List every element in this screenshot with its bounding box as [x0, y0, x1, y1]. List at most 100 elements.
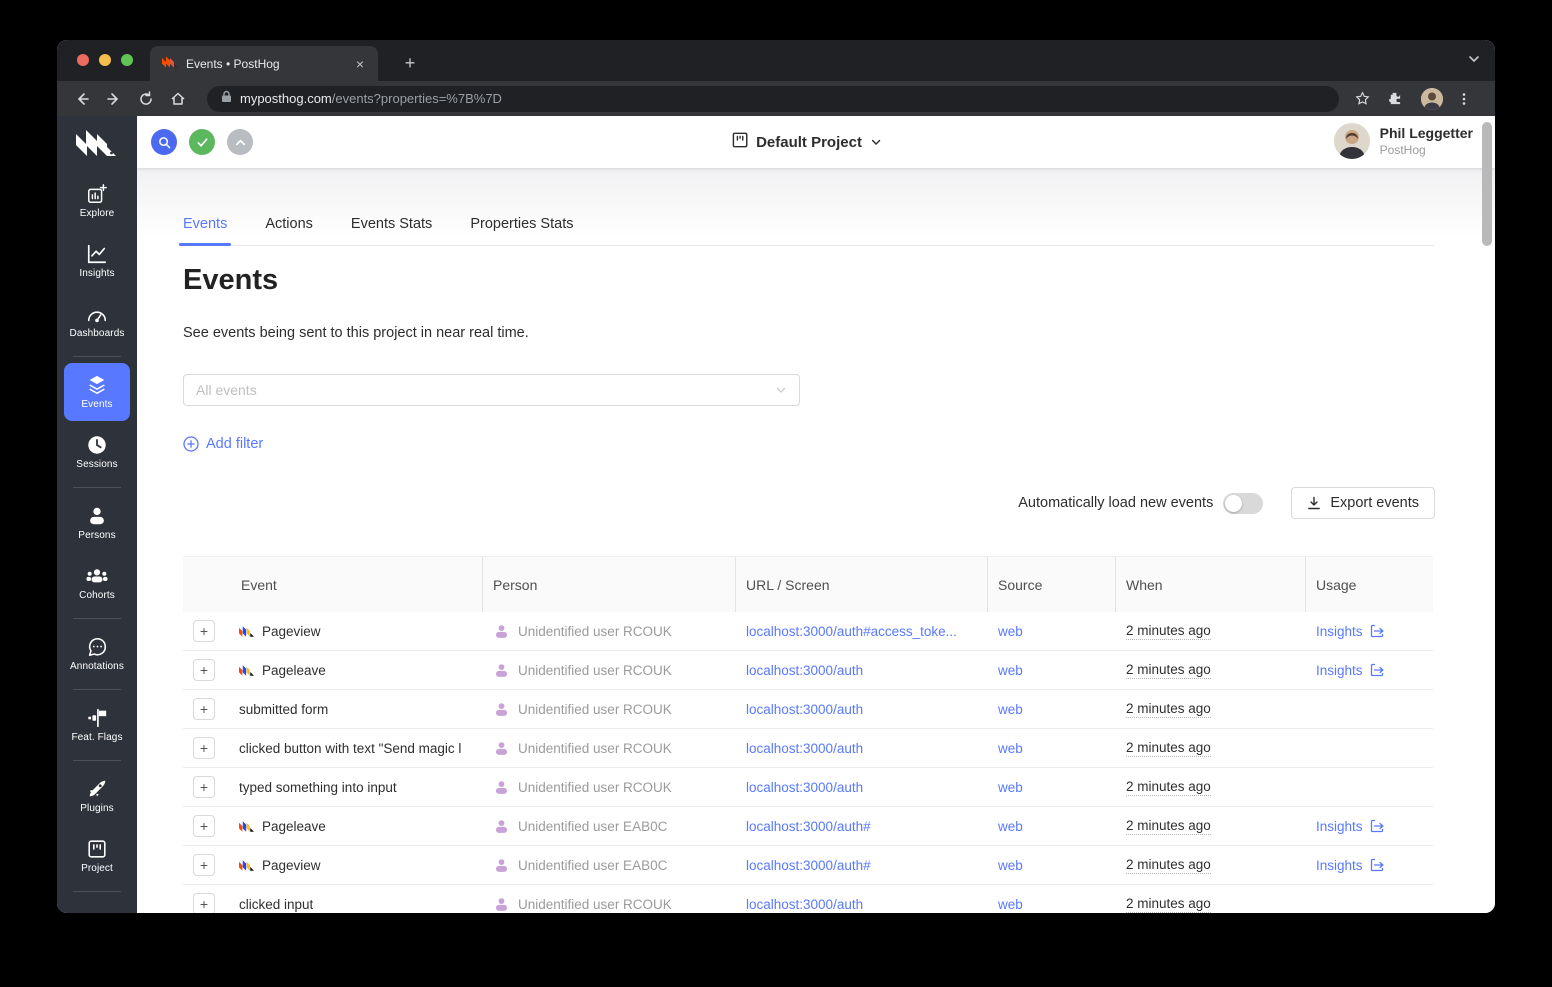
expand-row-button[interactable]: +: [193, 854, 215, 876]
bookmark-star-icon[interactable]: [1349, 86, 1375, 112]
person-name: Unidentified user RCOUK: [518, 623, 672, 639]
when-text: 2 minutes ago: [1126, 739, 1211, 757]
source-link[interactable]: web: [998, 741, 1023, 756]
sidebar-item-insights[interactable]: Insights: [64, 232, 130, 290]
url-link[interactable]: localhost:3000/auth#access_toke...: [746, 624, 957, 639]
browser-tab[interactable]: Events • PostHog ×: [150, 46, 378, 81]
back-icon[interactable]: [69, 86, 95, 112]
tab-events-stats[interactable]: Events Stats: [351, 210, 432, 245]
insights-link[interactable]: Insights: [1316, 624, 1384, 639]
source-link[interactable]: web: [998, 897, 1023, 912]
posthog-event-icon: [239, 625, 254, 637]
sidebar-item-label: Sessions: [76, 459, 118, 470]
url-link[interactable]: localhost:3000/auth: [746, 702, 863, 717]
sidebar-item-sessions[interactable]: Sessions: [64, 423, 130, 481]
open-in-insights-icon: [1370, 819, 1384, 833]
url-link[interactable]: localhost:3000/auth: [746, 741, 863, 756]
insights-link[interactable]: Insights: [1316, 858, 1384, 873]
source-link[interactable]: web: [998, 624, 1023, 639]
insights-link[interactable]: Insights: [1316, 663, 1384, 678]
posthog-logo-icon[interactable]: [76, 130, 118, 161]
check-status-icon[interactable]: [189, 129, 215, 155]
sidebar-item-label: Explore: [79, 208, 115, 219]
chevron-down-icon: [871, 139, 881, 145]
autoload-label: Automatically load new events: [1018, 495, 1214, 511]
expand-row-button[interactable]: +: [193, 659, 215, 681]
expand-row-button[interactable]: +: [193, 776, 215, 798]
new-tab-button[interactable]: +: [397, 50, 423, 76]
expand-row-button[interactable]: +: [193, 620, 215, 642]
zoom-window-button[interactable]: [121, 54, 133, 66]
sidebar-item-persons[interactable]: Persons: [64, 494, 130, 552]
events-table: Event Person URL / Screen Source When Us…: [183, 556, 1433, 913]
tab-properties-stats[interactable]: Properties Stats: [470, 210, 573, 245]
forward-icon[interactable]: [101, 86, 127, 112]
reload-icon[interactable]: [133, 86, 159, 112]
person-icon: [493, 740, 510, 757]
expand-row-button[interactable]: +: [193, 737, 215, 759]
home-icon[interactable]: [165, 86, 191, 112]
insights-link[interactable]: Insights: [1316, 819, 1384, 834]
person-icon: [493, 701, 510, 718]
event-filter-select[interactable]: All events: [183, 374, 800, 406]
sidebar-item-partial[interactable]: [64, 898, 130, 913]
source-link[interactable]: web: [998, 780, 1023, 795]
sidebar-item-dashboards[interactable]: Dashboards: [64, 292, 130, 350]
minimize-window-button[interactable]: [99, 54, 111, 66]
url-link[interactable]: localhost:3000/auth: [746, 780, 863, 795]
url-link[interactable]: localhost:3000/auth: [746, 663, 863, 678]
browser-menu-icon[interactable]: [1451, 86, 1477, 112]
app-scrollbar-thumb[interactable]: [1482, 122, 1492, 246]
source-link[interactable]: web: [998, 858, 1023, 873]
sidebar-item-events[interactable]: Events: [64, 363, 130, 421]
url-link[interactable]: localhost:3000/auth: [746, 897, 863, 912]
extensions-puzzle-icon[interactable]: [1381, 86, 1407, 112]
plus-circle-icon: [183, 436, 199, 452]
url-link[interactable]: localhost:3000/auth#: [746, 858, 871, 873]
sidebar-item-label: Events: [81, 399, 113, 410]
posthog-event-icon: [239, 859, 254, 871]
source-link[interactable]: web: [998, 819, 1023, 834]
add-filter-button[interactable]: Add filter: [183, 436, 263, 452]
sidebar-item-cohorts[interactable]: Cohorts: [64, 554, 130, 612]
url-link[interactable]: localhost:3000/auth#: [746, 819, 871, 834]
browser-profile-avatar[interactable]: [1421, 87, 1443, 110]
person-name: Unidentified user RCOUK: [518, 701, 672, 717]
sidebar-item-plugins[interactable]: Plugins: [64, 767, 130, 825]
tab-events[interactable]: Events: [178, 210, 232, 246]
user-menu[interactable]: Phil Leggetter PostHog: [1333, 123, 1473, 159]
expand-row-button[interactable]: +: [193, 698, 215, 720]
sidebar-item-label: Cohorts: [79, 590, 115, 601]
sidebar-item-project[interactable]: Project: [64, 827, 130, 885]
search-icon[interactable]: [151, 129, 177, 155]
tab-actions[interactable]: Actions: [265, 210, 313, 245]
user-name: Phil Leggetter: [1379, 125, 1473, 141]
when-text: 2 minutes ago: [1126, 817, 1211, 835]
when-text: 2 minutes ago: [1126, 778, 1211, 796]
export-events-button[interactable]: Export events: [1291, 487, 1435, 519]
sidebar-item-feature-flags[interactable]: Feat. Flags: [64, 696, 130, 754]
tab-overview-chevron-icon[interactable]: [1467, 52, 1481, 71]
collapse-chevron-up-icon[interactable]: [227, 129, 253, 155]
person-name: Unidentified user RCOUK: [518, 896, 672, 912]
sidebar-item-annotations[interactable]: Annotations: [64, 625, 130, 683]
table-row: + Pageview Unidentified user RCOUK local…: [183, 612, 1433, 651]
sidebar-item-label: Annotations: [70, 661, 124, 672]
address-bar[interactable]: myposthog.com/events?properties=%7B%7D: [207, 85, 1339, 112]
autoload-toggle[interactable]: [1223, 492, 1264, 514]
expand-row-button[interactable]: +: [193, 815, 215, 837]
download-icon: [1308, 496, 1321, 510]
close-window-button[interactable]: [77, 54, 89, 66]
project-selector[interactable]: Default Project: [732, 132, 882, 153]
tab-title: Events • PostHog: [186, 56, 280, 71]
source-link[interactable]: web: [998, 702, 1023, 717]
expand-row-button[interactable]: +: [193, 893, 215, 913]
user-org: PostHog: [1379, 143, 1426, 157]
person-name: Unidentified user EAB0C: [518, 818, 668, 834]
event-name: Pageleave: [262, 818, 326, 834]
close-tab-icon[interactable]: ×: [352, 56, 368, 72]
table-row: + clicked input Unidentified user RCOUK …: [183, 885, 1433, 913]
source-link[interactable]: web: [998, 663, 1023, 678]
sidebar-item-explore[interactable]: Explore: [64, 172, 130, 230]
url-path: /events?properties=%7B%7D: [331, 91, 502, 106]
